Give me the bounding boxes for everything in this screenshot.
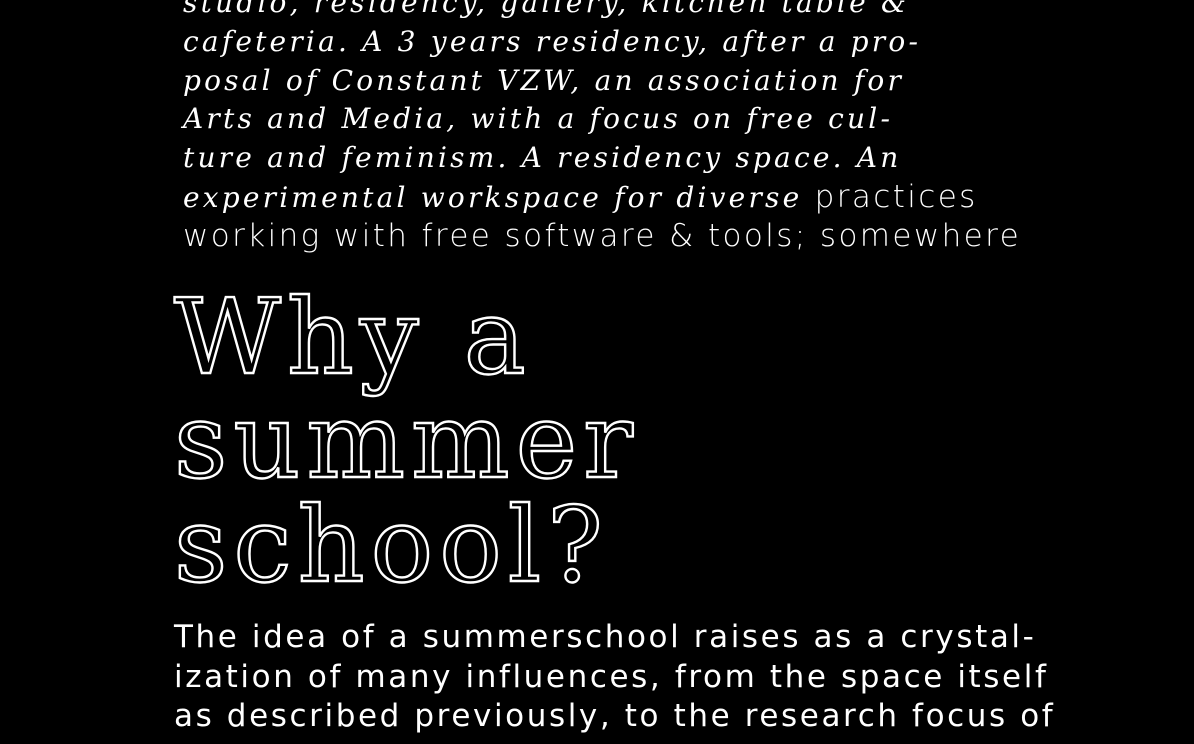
intro-line: posal of Constant VZW, an association fo… (183, 63, 905, 97)
intro-sans-segment: practices (802, 178, 978, 215)
body-paragraph: The idea of a summerschool raises as a c… (174, 618, 1174, 737)
intro-line: ture and feminism. A residency space. An (183, 141, 902, 175)
heading-line: summer (173, 380, 639, 502)
intro-paragraph: studio, residency, gallery, kitchen tabl… (183, 0, 1113, 256)
intro-line: cafeteria. A 3 years residency, after a … (183, 24, 922, 58)
document-page: studio, residency, gallery, kitchen tabl… (0, 0, 1194, 744)
body-line: ization of many influences, from the spa… (174, 658, 1049, 695)
section-heading: Why a summer school? (173, 276, 639, 606)
heading-line: school? (173, 484, 609, 606)
intro-script-segment: experimental workspace for diverse (183, 180, 803, 214)
body-line: The idea of a summerschool raises as a c… (174, 619, 1037, 655)
intro-final-line: working with free software & tools; some… (183, 217, 1022, 254)
body-line: as described previously, to the research… (174, 698, 1056, 734)
intro-line: studio, residency, gallery, kitchen tabl… (183, 0, 910, 19)
intro-line: Arts and Media, with a focus on free cul… (183, 102, 894, 136)
intro-line-mixed: experimental workspace for diverse pract… (183, 178, 1113, 217)
heading-line: Why a (173, 276, 532, 398)
